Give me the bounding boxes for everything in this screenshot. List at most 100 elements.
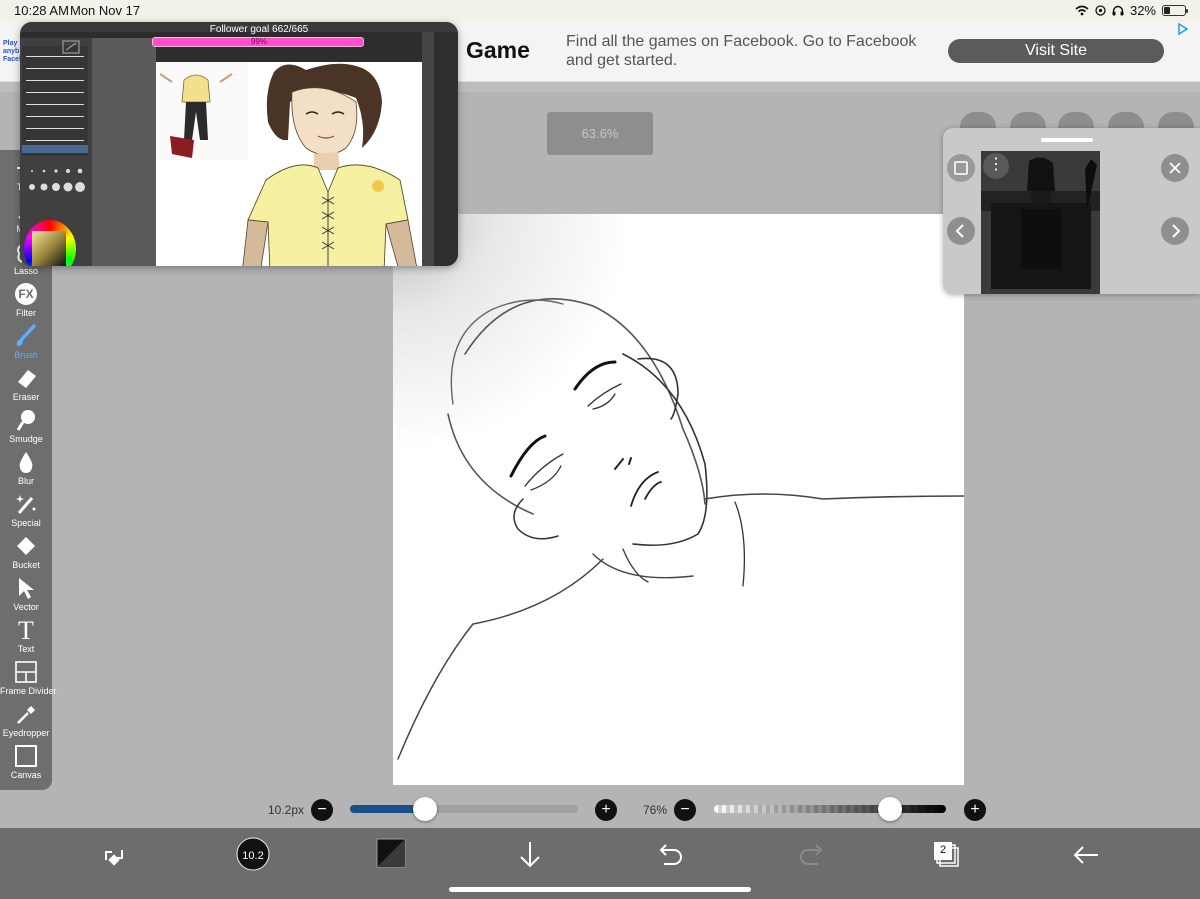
fx-icon: FX: [13, 282, 39, 306]
layers-icon[interactable]: 2: [928, 838, 968, 872]
visit-site-button[interactable]: Visit Site: [948, 39, 1164, 63]
sketch-drawing: [397, 298, 964, 760]
cursor-arrow-icon: [13, 576, 39, 600]
tool-vector[interactable]: Vector: [0, 574, 52, 616]
pip-video-frame[interactable]: ⋮: [981, 151, 1100, 294]
opacity-plus-button[interactable]: +: [964, 799, 986, 821]
blur-drop-icon: [13, 450, 39, 474]
tool-text[interactable]: T Text: [0, 616, 52, 658]
tool-label: Blur: [17, 476, 34, 486]
tool-label: Bucket: [12, 560, 40, 570]
wifi-icon: [1075, 5, 1089, 16]
stream-artwork: [156, 62, 422, 266]
brush-size-knob[interactable]: [413, 797, 438, 821]
expand-pip-icon[interactable]: [62, 40, 80, 54]
tool-label: Text: [17, 644, 35, 654]
status-indicators: 32%: [1075, 3, 1188, 18]
ad-choices-icon[interactable]: [1176, 22, 1194, 38]
tool-blur[interactable]: Blur: [0, 448, 52, 490]
brush-size-badge[interactable]: 10.2: [234, 836, 274, 871]
tool-special[interactable]: Special: [0, 490, 52, 532]
status-bar: 10:28 AM Mon Nov 17 32%: [0, 0, 1200, 22]
tool-frame-divider[interactable]: Frame Divider: [0, 658, 57, 700]
pip-menu-icon[interactable]: ⋮: [983, 153, 1009, 179]
stream-selected-brush: [22, 145, 88, 153]
video-pip-window[interactable]: ⋮: [943, 128, 1200, 294]
tool-bucket[interactable]: Bucket: [0, 532, 52, 574]
opacity-slider[interactable]: [714, 805, 946, 813]
status-time: 10:28 AM: [14, 3, 69, 18]
tool-label: Frame Divider: [0, 686, 57, 696]
bucket-icon: [13, 534, 39, 558]
canvas-icon: [13, 744, 39, 768]
eraser-icon: [13, 366, 39, 390]
transform-swap-icon[interactable]: [94, 838, 134, 872]
layers-count: 2: [939, 844, 947, 856]
tool-smudge[interactable]: Smudge: [0, 406, 52, 448]
tool-label: Vector: [13, 602, 39, 612]
brush-sliders: 10.2px − + 76% − +: [0, 795, 1200, 825]
follower-goal-widget: Follower goal 662/665 99%: [150, 22, 368, 47]
opacity-minus-button[interactable]: −: [674, 799, 696, 821]
location-icon: [1095, 5, 1106, 16]
pip-close-icon[interactable]: [1161, 154, 1189, 182]
headphones-icon: [1112, 5, 1124, 16]
tool-label: Filter: [16, 308, 36, 318]
special-wand-icon: [13, 492, 39, 516]
stream-layer-panel: [434, 32, 458, 266]
tool-label: Special: [11, 518, 41, 528]
tool-glyph: T: [18, 616, 34, 645]
brush-size-badge-text: 10.2: [242, 850, 264, 862]
stream-brush-panel: [20, 38, 92, 266]
home-indicator[interactable]: [449, 887, 751, 892]
tool-label: Canvas: [10, 770, 42, 780]
follower-goal-count: 662/665: [272, 24, 309, 35]
stream-workspace: [92, 38, 156, 266]
pip-drag-handle[interactable]: [1041, 138, 1093, 142]
back-arrow-icon[interactable]: [1068, 838, 1108, 872]
pip-next-icon[interactable]: [1161, 217, 1189, 245]
pip-stop-icon[interactable]: [947, 154, 975, 182]
ad-title[interactable]: Game: [466, 37, 530, 64]
tool-label: Smudge: [9, 434, 43, 444]
tool-filter[interactable]: FX Filter: [0, 280, 52, 322]
brush-size-label: 10.2px: [268, 803, 305, 817]
battery-percent: 32%: [1129, 3, 1156, 18]
redo-icon[interactable]: [790, 838, 830, 872]
tool-canvas[interactable]: Canvas: [0, 742, 52, 784]
battery-icon: [1162, 5, 1188, 16]
follower-goal-label: Follower goal: [209, 24, 270, 35]
size-minus-button[interactable]: −: [311, 799, 333, 821]
tool-glyph: FX: [18, 287, 34, 301]
tool-brush[interactable]: Brush: [0, 322, 52, 364]
size-plus-button[interactable]: +: [595, 799, 617, 821]
brush-icon: [13, 324, 39, 348]
ad-description[interactable]: Find all the games on Facebook. Go to Fa…: [566, 32, 926, 70]
text-icon: T: [13, 616, 39, 645]
opacity-label: 76%: [643, 803, 668, 817]
color-swatch[interactable]: [374, 836, 414, 870]
brush-size-slider[interactable]: [350, 805, 578, 813]
tool-label: Eyedropper: [2, 728, 50, 738]
tool-eyedropper[interactable]: Eyedropper: [0, 700, 52, 742]
stream-pip-window[interactable]: Follower goal 662/665 99%: [20, 22, 458, 266]
status-date: Mon Nov 17: [70, 3, 141, 18]
follower-goal-percent: 99%: [250, 37, 267, 46]
tool-label: Lasso: [13, 266, 39, 276]
undo-icon[interactable]: [652, 838, 692, 872]
smudge-icon: [13, 408, 39, 432]
eyedropper-icon: [13, 702, 39, 726]
stream-brush-list: [22, 46, 88, 156]
frame-divider-icon: [13, 660, 39, 684]
stream-brush-size-grid: [29, 168, 85, 192]
download-arrow-icon[interactable]: [512, 838, 552, 872]
tool-eraser[interactable]: Eraser: [0, 364, 52, 406]
drawing-canvas[interactable]: [393, 214, 964, 785]
stream-color-wheel: [24, 220, 76, 266]
opacity-knob[interactable]: [878, 797, 903, 821]
pip-previous-icon[interactable]: [947, 217, 975, 245]
tool-label: Eraser: [12, 392, 40, 402]
bottom-bar: 10.2 2: [0, 828, 1200, 899]
zoom-indicator: 63.6%: [547, 112, 653, 155]
tool-label: Brush: [14, 350, 38, 360]
